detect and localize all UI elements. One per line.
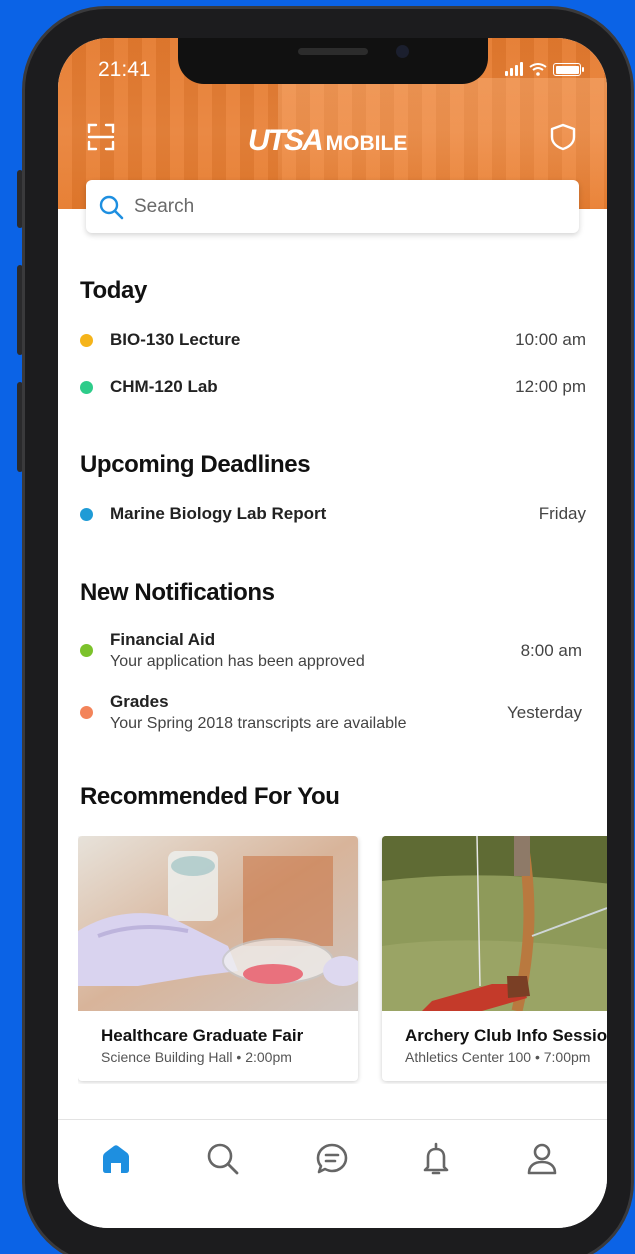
today-item[interactable]: CHM-120 Lab 12:00 pm [80, 377, 586, 397]
notification-message: Your application has been approved [110, 653, 365, 670]
notification-title: Grades [110, 692, 169, 711]
today-item[interactable]: BIO-130 Lecture 10:00 am [80, 330, 586, 350]
signal-icon [505, 62, 523, 76]
notification-item[interactable]: Financial Aid Your application has been … [80, 630, 582, 671]
event-dot [80, 333, 93, 347]
search-icon [99, 195, 124, 219]
search-bar[interactable] [86, 180, 579, 233]
tab-search[interactable] [203, 1139, 243, 1179]
event-dot [80, 380, 93, 394]
today-heading: Today [80, 277, 147, 304]
bottom-tab-bar [58, 1119, 607, 1228]
logo-mobile-text: MOBILE [325, 132, 408, 155]
card-title: Healthcare Graduate Fair [101, 1026, 304, 1045]
battery-icon [553, 63, 584, 76]
event-card[interactable]: Archery Club Info Session Athletics Cent… [382, 836, 607, 1081]
card-subtitle: Athletics Center 100 • 7:00pm [405, 1049, 591, 1065]
user-icon [527, 1143, 557, 1175]
app-screen: 21:41 UTSA MOBILE Search Today BIO-130 L… [58, 38, 607, 1228]
event-name: CHM-120 Lab [110, 377, 218, 396]
tab-home[interactable] [96, 1139, 136, 1179]
bell-icon [423, 1142, 449, 1175]
event-card[interactable]: Healthcare Graduate Fair Science Buildin… [78, 836, 358, 1081]
deadline-name: Marine Biology Lab Report [110, 504, 327, 523]
deadlines-heading: Upcoming Deadlines [80, 451, 311, 478]
search-icon [207, 1143, 239, 1175]
search-input[interactable] [134, 195, 554, 218]
deadline-due: Friday [538, 504, 586, 523]
tab-profile[interactable] [522, 1139, 562, 1179]
scan-icon[interactable] [86, 122, 116, 152]
notification-title: Financial Aid [110, 630, 216, 649]
event-time: 12:00 pm [515, 377, 586, 396]
chat-icon [316, 1143, 348, 1174]
home-icon [103, 1145, 129, 1173]
card-title: Archery Club Info Session [405, 1026, 607, 1045]
notification-item[interactable]: Grades Your Spring 2018 transcripts are … [80, 692, 582, 733]
tab-messages[interactable] [312, 1139, 352, 1179]
notch [178, 38, 488, 84]
recommended-heading: Recommended For You [80, 783, 340, 810]
tab-notifications[interactable] [416, 1139, 456, 1179]
deadline-item[interactable]: Marine Biology Lab Report Friday [80, 504, 586, 524]
status-time: 21:41 [98, 58, 151, 81]
recommended-carousel[interactable]: Healthcare Graduate Fair Science Buildin… [78, 836, 607, 1084]
status-icons [505, 62, 584, 76]
utsa-mobile-logo: UTSA MOBILE [248, 124, 407, 158]
deadline-dot [80, 507, 93, 521]
logo-utsa-text: UTSA [248, 124, 324, 157]
card-subtitle: Science Building Hall • 2:00pm [101, 1049, 292, 1065]
event-name: BIO-130 Lecture [110, 330, 241, 349]
notification-time: 8:00 am [520, 640, 582, 660]
notifications-heading: New Notifications [80, 579, 275, 606]
lab-photo [78, 836, 358, 1011]
archery-photo [382, 836, 607, 1011]
notification-dot [80, 644, 93, 657]
wifi-icon [529, 63, 547, 76]
notification-dot [80, 706, 93, 719]
shield-icon[interactable] [548, 122, 578, 152]
notification-time: Yesterday [507, 702, 582, 722]
event-time: 10:00 am [515, 330, 586, 349]
notification-message: Your Spring 2018 transcripts are availab… [110, 715, 407, 732]
